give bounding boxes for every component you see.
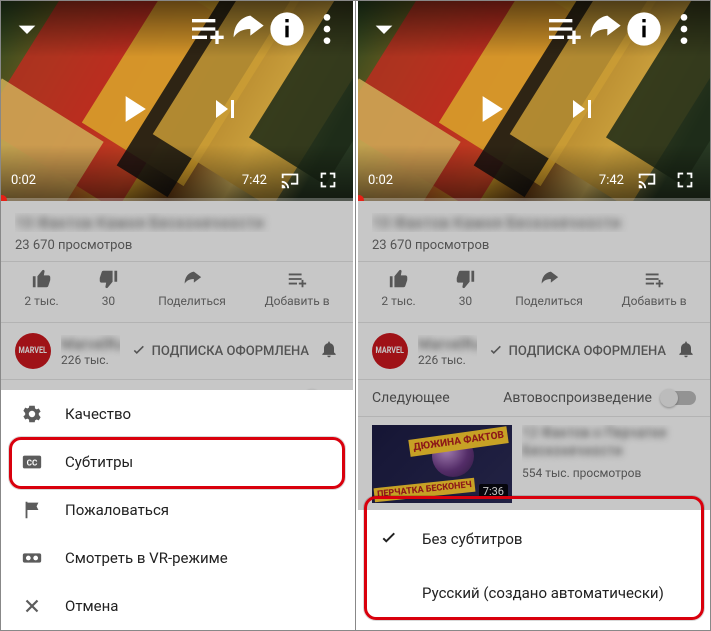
more-icon[interactable]	[307, 9, 347, 49]
channel-row[interactable]: MARVEL MarvelRu 226 тыс. ПОДПИСКА ОФОРМЛ…	[1, 322, 353, 380]
player-topbar	[358, 1, 710, 57]
share-label: Поделиться	[158, 294, 226, 308]
play-button[interactable]	[111, 87, 155, 131]
svg-text:CC: CC	[27, 459, 38, 469]
cc-icon: CC	[21, 451, 43, 473]
vr-icon	[21, 547, 43, 569]
dislike-count: 30	[102, 294, 116, 308]
phone-screen-left: 0:02 7:42 10 Фактов Камня Бесконечности …	[1, 1, 353, 630]
add-button[interactable]: Добавить в	[265, 268, 330, 308]
subtitle-option-none[interactable]: Без субтитров	[358, 512, 710, 566]
like-count: 2 тыс.	[24, 294, 58, 308]
subscribed-button[interactable]: ПОДПИСКА ОФОРМЛЕНА	[130, 342, 309, 360]
view-count: 23 670 просмотров	[15, 238, 339, 253]
view-count: 23 670 просмотров	[372, 238, 696, 253]
phone-screen-right: 0:02 7:42 10 Фактов Камня Бесконечности …	[358, 1, 710, 630]
next-button[interactable]	[207, 91, 243, 127]
current-time: 0:02	[368, 173, 393, 188]
subscriber-count: 226 тыс.	[418, 353, 477, 367]
subscribed-button[interactable]: ПОДПИСКА ОФОРМЛЕНА	[487, 342, 666, 360]
channel-name: MarvelRu	[61, 335, 120, 353]
check-icon	[378, 528, 400, 550]
video-title: 10 Фактов Камня Бесконечности	[372, 213, 696, 232]
progress-bar[interactable]	[1, 198, 353, 201]
info-icon[interactable]	[267, 9, 307, 49]
share-icon[interactable]	[584, 9, 624, 49]
like-button[interactable]: 2 тыс.	[381, 268, 415, 308]
action-bar: 2 тыс. 30 Поделиться Добавить в	[1, 262, 353, 322]
video-meta: 10 Фактов Камня Бесконечности 23 670 про…	[1, 201, 353, 262]
fullscreen-icon[interactable]	[670, 160, 700, 200]
player-bottombar: 0:02 7:42	[1, 159, 353, 201]
info-icon[interactable]	[624, 9, 664, 49]
duration: 7:42	[599, 173, 624, 188]
more-icon[interactable]	[664, 9, 704, 49]
close-icon	[21, 595, 43, 617]
menu-item-vr[interactable]: Смотреть в VR-режиме	[1, 534, 353, 582]
next-button[interactable]	[564, 91, 600, 127]
collapse-icon[interactable]	[364, 9, 404, 49]
player-center-controls	[1, 87, 353, 131]
dislike-button[interactable]: 30	[454, 268, 476, 308]
play-button[interactable]	[468, 87, 512, 131]
cast-icon[interactable]	[632, 160, 662, 200]
add-button[interactable]: Добавить в	[622, 268, 687, 308]
autoplay-label: Автовоспроизведение	[503, 390, 652, 406]
video-player[interactable]: 0:02 7:42	[1, 1, 353, 201]
add-label: Добавить в	[265, 294, 330, 308]
suggestion-duration: 7:36	[479, 484, 508, 499]
suggestion-meta: 554 тыс. просмотров	[522, 466, 696, 481]
player-topbar	[1, 1, 353, 57]
channel-avatar[interactable]: MARVEL	[372, 333, 408, 369]
channel-row[interactable]: MARVEL MarvelRu 226 тыс. ПОДПИСКА ОФОРМЛ…	[358, 322, 710, 380]
collapse-icon[interactable]	[7, 9, 47, 49]
menu-item-subtitles[interactable]: CC Субтитры	[1, 438, 353, 486]
menu-item-cancel[interactable]: Отмена	[1, 582, 353, 630]
like-button[interactable]: 2 тыс.	[24, 268, 58, 308]
current-time: 0:02	[11, 173, 36, 188]
dislike-button[interactable]: 30	[97, 268, 119, 308]
menu-item-quality[interactable]: Качество	[1, 390, 353, 438]
autoplay-switch[interactable]	[662, 391, 696, 405]
video-player[interactable]: 0:02 7:42	[358, 1, 710, 201]
subscriber-count: 226 тыс.	[61, 353, 120, 367]
channel-name: MarvelRu	[418, 335, 477, 353]
add-to-playlist-icon[interactable]	[544, 9, 584, 49]
notification-bell-icon[interactable]	[319, 339, 339, 363]
upnext-label: Следующее	[372, 390, 450, 406]
options-menu: Качество CC Субтитры Пожаловаться Смотре…	[1, 390, 353, 630]
gear-icon	[21, 403, 43, 425]
notification-bell-icon[interactable]	[676, 339, 696, 363]
suggestion-row[interactable]: ДЮЖИНА ФАКТОВ ПЕРЧАТКА БЕСКОНЕЧ 7:36 12 …	[358, 417, 710, 511]
subtitle-option-ru-auto[interactable]: Русский (создано автоматически)	[358, 566, 710, 620]
duration: 7:42	[242, 173, 267, 188]
flag-icon	[21, 499, 43, 521]
fullscreen-icon[interactable]	[313, 160, 343, 200]
menu-item-report[interactable]: Пожаловаться	[1, 486, 353, 534]
video-title: 10 Фактов Камня Бесконечности	[15, 213, 339, 232]
subtitle-picker: Без субтитров Русский (создано автоматич…	[358, 512, 710, 630]
suggestion-title: 12 Фактов о Перчатке Бесконечности	[522, 425, 696, 460]
cast-icon[interactable]	[275, 160, 305, 200]
share-button[interactable]: Поделиться	[158, 268, 226, 308]
share-icon[interactable]	[227, 9, 267, 49]
progress-bar[interactable]	[358, 198, 710, 201]
add-to-playlist-icon[interactable]	[187, 9, 227, 49]
channel-avatar[interactable]: MARVEL	[15, 333, 51, 369]
share-button[interactable]: Поделиться	[515, 268, 583, 308]
suggestion-thumbnail: ДЮЖИНА ФАКТОВ ПЕРЧАТКА БЕСКОНЕЧ 7:36	[372, 425, 512, 503]
